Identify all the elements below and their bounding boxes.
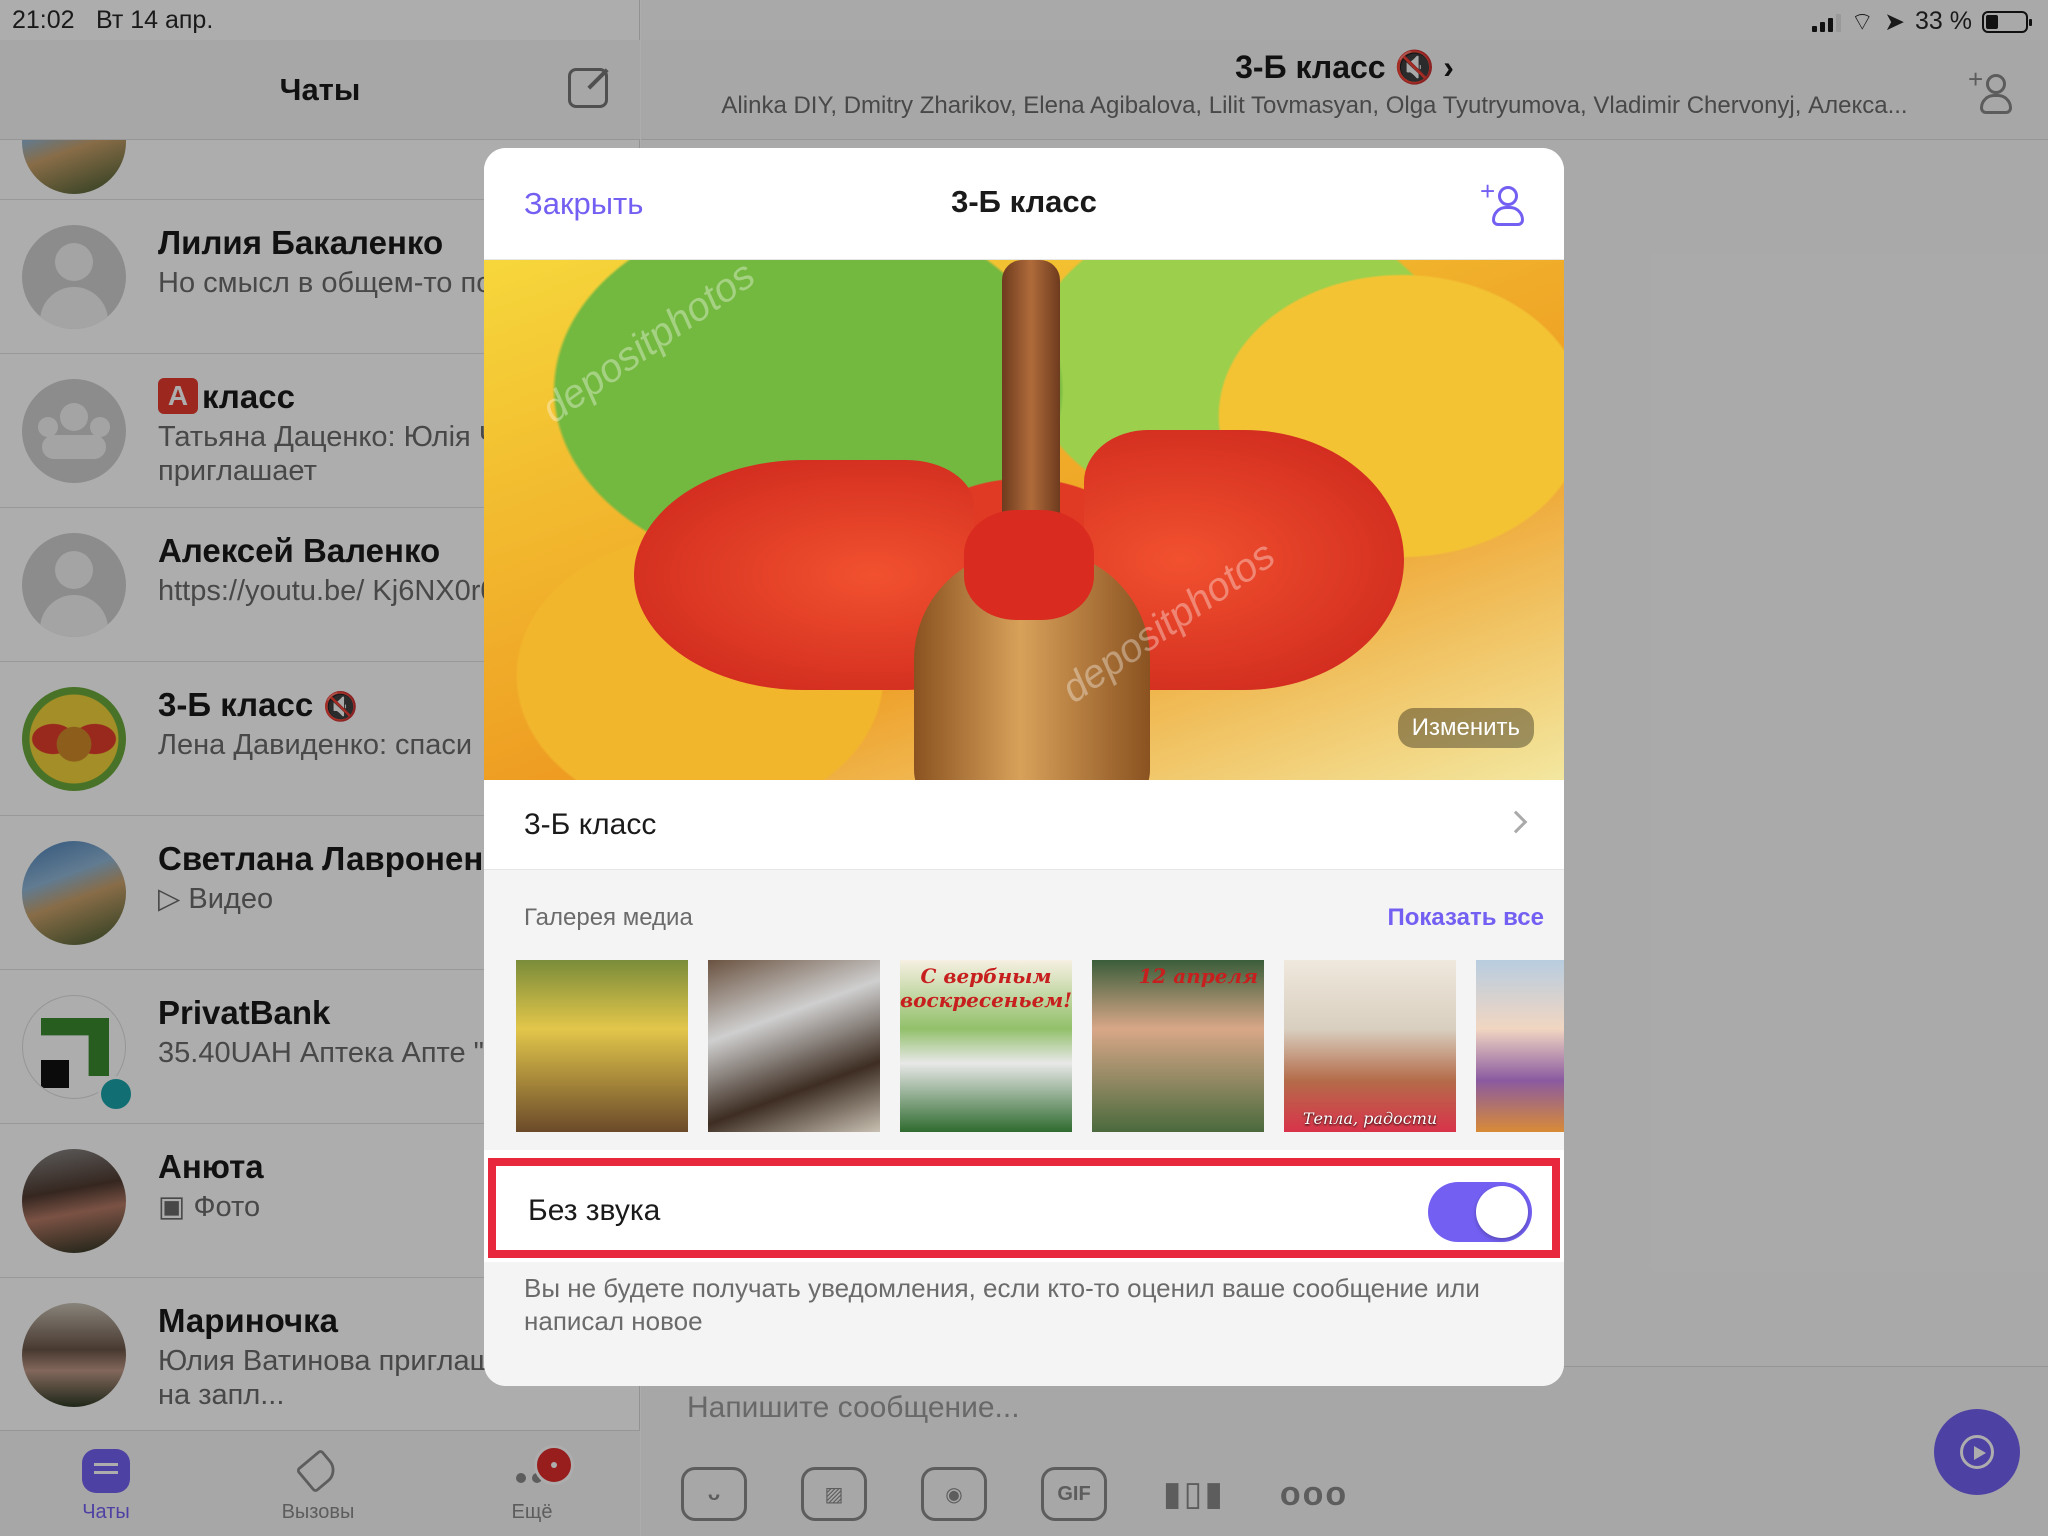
chevron-right-icon bbox=[1504, 810, 1528, 834]
media-thumbnail[interactable] bbox=[516, 960, 688, 1132]
mute-row: Без звука bbox=[488, 1158, 1560, 1258]
status-indicators: ⌔ ➤ 33 % bbox=[1811, 6, 2032, 37]
mute-label: Без звука bbox=[528, 1194, 661, 1227]
gallery-label: Галерея медиа bbox=[524, 904, 693, 931]
mute-description: Вы не будете получать уведомления, если … bbox=[524, 1273, 1480, 1336]
status-time: 21:02 bbox=[12, 6, 75, 34]
watermark: depositphotos bbox=[533, 260, 763, 432]
modal-title: 3-Б класс bbox=[951, 184, 1097, 219]
modal-header: Закрыть 3-Б класс + bbox=[484, 148, 1564, 260]
status-bar: 21:02 Вт 14 апр. ⌔ ➤ 33 % bbox=[0, 0, 2048, 40]
media-thumbnails: С вербным воскресеньем! 12 апреля Тепла,… bbox=[516, 960, 1564, 1132]
group-name-row[interactable]: 3-Б класс bbox=[484, 780, 1564, 870]
battery-icon bbox=[1982, 10, 2032, 33]
media-thumbnail[interactable]: Тепла, радости bbox=[1284, 960, 1456, 1132]
change-photo-button[interactable]: Изменить bbox=[1397, 708, 1534, 748]
group-name: 3-Б класс bbox=[524, 808, 657, 841]
add-participant-icon[interactable]: + bbox=[1480, 178, 1524, 226]
location-arrow-icon: ➤ bbox=[1884, 7, 1906, 36]
group-cover-image[interactable]: depositphotos depositphotos Изменить bbox=[484, 260, 1564, 780]
media-gallery: Галерея медиа Показать все С вербным вос… bbox=[484, 870, 1564, 1150]
battery-percent: 33 % bbox=[1915, 7, 1972, 35]
show-all-link[interactable]: Показать все bbox=[1387, 904, 1544, 932]
cellular-signal-icon bbox=[1811, 12, 1841, 32]
wifi-icon: ⌔ bbox=[1850, 8, 1875, 36]
status-date: Вт 14 апр. bbox=[96, 6, 214, 34]
mute-toggle[interactable] bbox=[1428, 1182, 1532, 1242]
group-info-modal: Закрыть 3-Б класс + depositphotos deposi… bbox=[484, 148, 1564, 1386]
media-thumbnail[interactable] bbox=[708, 960, 880, 1132]
media-thumbnail[interactable] bbox=[1476, 960, 1564, 1132]
media-thumbnail[interactable]: 12 апреля bbox=[1092, 960, 1264, 1132]
media-thumbnail[interactable]: С вербным воскресеньем! bbox=[900, 960, 1072, 1132]
